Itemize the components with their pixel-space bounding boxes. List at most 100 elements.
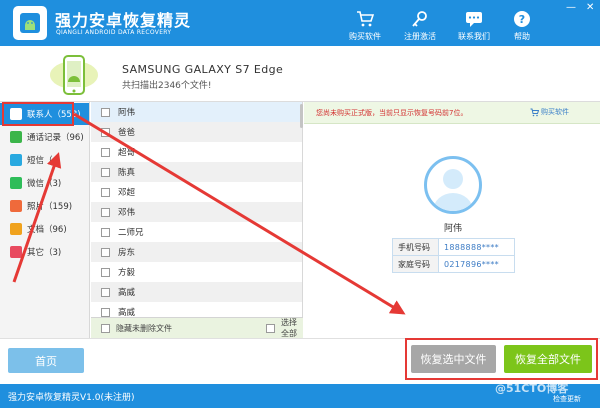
contact-name: 邓伟	[118, 208, 136, 218]
sidebar-item-label: 微信（3)	[27, 179, 62, 189]
contact-name: 超哥	[118, 148, 136, 158]
contact-name: 邓超	[118, 188, 136, 198]
home-button[interactable]: 首页	[8, 348, 84, 373]
list-item[interactable]: 房东	[91, 242, 302, 262]
checkbox[interactable]	[101, 127, 110, 137]
list-item[interactable]: 方毅	[91, 262, 302, 282]
contact-list: 阿伟 爸爸 超哥 陈真 邓超 邓伟 二师兄 房东 方毅 高威 高威	[91, 102, 303, 338]
sidebar-item-wechat[interactable]: 微信（3)	[0, 172, 89, 194]
android-icon	[20, 13, 40, 33]
apps-icon	[10, 246, 22, 258]
app-subtitle: QIANGLI ANDROID DATA RECOVERY	[56, 29, 172, 36]
field-value: 0217896****	[438, 255, 515, 273]
contact-name: 方毅	[118, 268, 136, 278]
checkbox[interactable]	[101, 227, 110, 237]
hide-deleted-label: 隐藏未删除文件	[116, 323, 172, 333]
help-button[interactable]: ? 帮助	[499, 10, 545, 42]
checkbox[interactable]	[101, 147, 110, 157]
sidebar-item-label: 其它（3)	[27, 248, 62, 258]
table-row: 家庭号码 0217896****	[392, 255, 515, 273]
checkbox[interactable]	[101, 287, 110, 297]
help-icon: ?	[514, 11, 530, 27]
app-title: 强力安卓恢复精灵	[55, 11, 192, 30]
list-item[interactable]: 超哥	[91, 142, 302, 162]
buy-link-label: 购买软件	[541, 108, 569, 116]
sidebar-item-label: 文档（96)	[27, 225, 67, 235]
device-bar: SAMSUNG GALAXY S7 Edge 共扫描出2346个文件!	[0, 46, 600, 102]
sidebar-item-call-log[interactable]: 通话记录（96)	[0, 126, 89, 148]
register-label: 注册激活	[404, 32, 436, 41]
sms-icon	[10, 154, 22, 166]
select-all-label: 选择全部	[281, 318, 297, 338]
checkbox[interactable]	[101, 107, 110, 117]
sidebar-item-sms[interactable]: 短信（	[0, 149, 89, 171]
title-bar: 强力安卓恢复精灵 QIANGLI ANDROID DATA RECOVERY —…	[0, 0, 600, 46]
phone-icon	[50, 55, 98, 95]
contact-detail-name: 阿伟	[443, 224, 462, 234]
sidebar-item-label: 照片（159)	[27, 202, 73, 212]
photo-icon	[10, 200, 22, 212]
contact-us-label: 联系我们	[458, 32, 490, 41]
list-item[interactable]: 阿伟	[91, 102, 302, 122]
list-scrollbar[interactable]	[300, 104, 303, 128]
contact-avatar	[424, 156, 482, 214]
scan-result: 共扫描出2346个文件!	[122, 81, 212, 91]
select-all-checkbox[interactable]	[266, 323, 275, 333]
contact-name: 陈真	[118, 168, 136, 178]
list-item[interactable]: 高威	[91, 282, 302, 302]
buy-software-label: 购买软件	[349, 32, 381, 41]
watermark: @51CTO博客	[495, 382, 569, 395]
sidebar-item-label: 通话记录（96)	[27, 133, 84, 143]
key-icon	[412, 11, 427, 27]
close-button[interactable]: ✕	[586, 2, 594, 13]
field-label: 家庭号码	[392, 255, 439, 273]
person-icon	[433, 169, 473, 211]
phone-call-icon	[10, 131, 22, 143]
field-value: 1888888****	[438, 238, 515, 256]
chat-icon	[466, 12, 482, 27]
contact-name: 房东	[118, 248, 136, 258]
device-name: SAMSUNG GALAXY S7 Edge	[122, 63, 284, 76]
list-item[interactable]: 爸爸	[91, 122, 302, 142]
svg-text:?: ?	[519, 13, 525, 26]
field-label: 手机号码	[392, 238, 439, 256]
list-footer: 隐藏未删除文件 选择全部	[91, 317, 303, 338]
buy-software-link[interactable]: 购买软件	[530, 107, 569, 117]
contact-name: 高威	[118, 288, 136, 298]
minimize-button[interactable]: —	[566, 2, 576, 13]
buy-software-button[interactable]: 购买软件	[342, 10, 388, 42]
checkbox[interactable]	[101, 207, 110, 217]
list-item[interactable]: 邓超	[91, 182, 302, 202]
sidebar-item-photos[interactable]: 照片（159)	[0, 195, 89, 217]
cart-icon	[357, 11, 374, 27]
sidebar-item-other[interactable]: 其它（3)	[0, 241, 89, 263]
app-logo	[13, 6, 47, 40]
list-item[interactable]: 陈真	[91, 162, 302, 182]
help-label: 帮助	[514, 32, 530, 41]
contact-us-button[interactable]: 联系我们	[451, 10, 497, 42]
sidebar-item-documents[interactable]: 文档（96)	[0, 218, 89, 240]
checkbox[interactable]	[101, 187, 110, 197]
contact-name: 阿伟	[118, 108, 136, 118]
register-button[interactable]: 注册激活	[397, 10, 443, 42]
contact-name: 爸爸	[118, 128, 136, 138]
annotation-box-buttons	[405, 338, 598, 380]
list-item[interactable]: 二师兄	[91, 222, 302, 242]
contact-name: 二师兄	[118, 228, 144, 238]
wechat-icon	[10, 177, 22, 189]
checkbox[interactable]	[101, 267, 110, 277]
hide-deleted-checkbox[interactable]	[101, 323, 110, 333]
cart-icon	[530, 108, 539, 116]
checkbox[interactable]	[101, 167, 110, 177]
sidebar-item-label: 短信（	[27, 156, 53, 166]
contact-info-table: 手机号码 1888888**** 家庭号码 0217896****	[392, 238, 515, 273]
category-sidebar: 联系人（558) 通话记录（96) 短信（ 微信（3) 照片（159) 文档（9…	[0, 102, 90, 338]
list-item[interactable]: 邓伟	[91, 202, 302, 222]
checkbox[interactable]	[101, 307, 110, 317]
document-icon	[10, 223, 22, 235]
table-row: 手机号码 1888888****	[392, 238, 515, 256]
status-text: 强力安卓恢复精灵V1.0(未注册)	[8, 393, 135, 403]
checkbox[interactable]	[101, 247, 110, 257]
select-all[interactable]: 选择全部	[256, 317, 303, 339]
annotation-box-contacts	[2, 102, 74, 126]
